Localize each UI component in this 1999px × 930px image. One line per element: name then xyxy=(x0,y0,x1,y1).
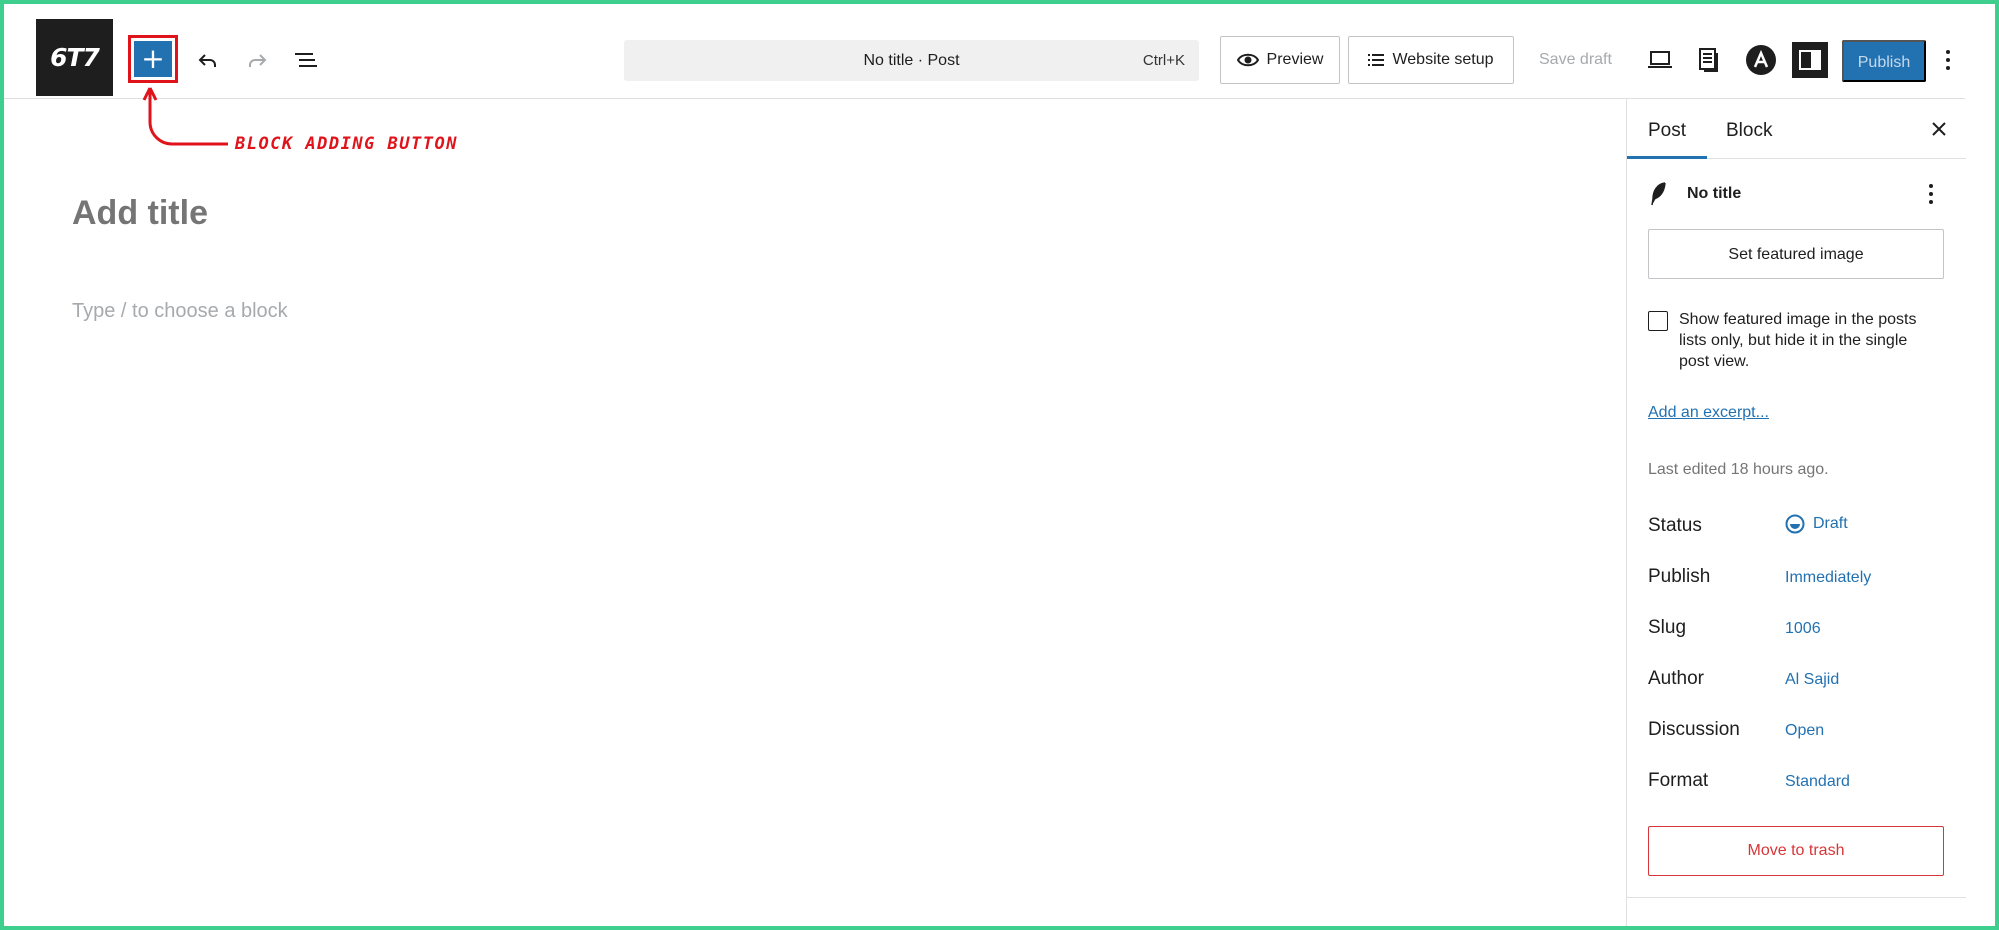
sidebar-tabs: Post Block xyxy=(1627,99,1966,159)
featured-image-checkbox-label: Show featured image in the posts lists o… xyxy=(1679,311,1917,370)
feather-icon xyxy=(1651,182,1666,206)
annotation-label: BLOCK ADDING BUTTON xyxy=(235,134,458,154)
settings-sidebar: Post Block No title Set featured image S… xyxy=(1626,99,1966,926)
preview-button[interactable]: Preview xyxy=(1220,36,1340,84)
sidebar-toggle-icon xyxy=(1799,50,1821,70)
tab-block[interactable]: Block xyxy=(1726,99,1772,159)
featured-image-checkbox[interactable] xyxy=(1648,311,1668,331)
meta-label: Publish xyxy=(1648,566,1711,587)
move-to-trash-button[interactable]: Move to trash xyxy=(1648,826,1944,876)
save-draft-button[interactable]: Save draft xyxy=(1539,36,1612,84)
meta-label: Author xyxy=(1648,668,1704,689)
desktop-view-icon xyxy=(1648,51,1672,68)
sidebar-divider xyxy=(1627,897,1966,898)
document-button[interactable] xyxy=(1689,40,1729,80)
meta-row-status: Status Draft xyxy=(1648,514,1948,545)
sidebar-toggle-button[interactable] xyxy=(1792,42,1828,78)
website-setup-button[interactable]: Website setup xyxy=(1348,36,1514,84)
publish-button[interactable]: Publish xyxy=(1842,40,1926,82)
document-title: No title · Post xyxy=(863,52,960,69)
meta-row-slug: Slug 1006 xyxy=(1648,617,1948,647)
post-actions-icon[interactable] xyxy=(1928,183,1934,205)
eye-icon xyxy=(1236,53,1259,67)
undo-icon xyxy=(198,54,216,67)
redo-icon xyxy=(249,54,267,67)
status-value[interactable]: Draft xyxy=(1785,514,1848,534)
discussion-value[interactable]: Open xyxy=(1785,722,1824,740)
meta-row-discussion: Discussion Open xyxy=(1648,719,1948,749)
preview-label: Preview xyxy=(1266,51,1324,68)
redo-button[interactable] xyxy=(237,40,277,80)
publish-value[interactable]: Immediately xyxy=(1785,569,1871,587)
annotation-arrow-icon xyxy=(142,87,228,146)
command-palette-bar[interactable]: No title · Post Ctrl+K xyxy=(624,40,1199,81)
undo-button[interactable] xyxy=(188,40,228,80)
document-overview-button[interactable] xyxy=(286,40,326,80)
meta-label: Status xyxy=(1648,515,1702,536)
meta-label: Format xyxy=(1648,770,1709,791)
list-icon xyxy=(1368,54,1385,66)
site-logo-button[interactable]: 6T7 xyxy=(36,19,113,96)
site-logo-text: 6T7 xyxy=(50,43,100,72)
desktop-view-button[interactable] xyxy=(1640,40,1680,80)
editor-header: 6T7 + No title · Post Ctrl+K Preview Web… xyxy=(4,4,1965,99)
more-options-icon xyxy=(1946,50,1950,70)
website-setup-label: Website setup xyxy=(1392,51,1494,68)
format-value[interactable]: Standard xyxy=(1785,773,1850,791)
set-featured-image-button[interactable]: Set featured image xyxy=(1648,229,1944,279)
more-options-button[interactable] xyxy=(1936,40,1960,80)
author-value[interactable]: Al Sajid xyxy=(1785,671,1839,689)
block-placeholder[interactable]: Type / to choose a block xyxy=(72,300,288,323)
meta-label: Slug xyxy=(1648,617,1687,638)
astra-button[interactable] xyxy=(1741,40,1781,80)
close-icon xyxy=(1932,122,1946,136)
command-shortcut: Ctrl+K xyxy=(1142,52,1185,69)
meta-row-format: Format Standard xyxy=(1648,770,1948,800)
meta-label: Discussion xyxy=(1648,719,1740,740)
close-sidebar-button[interactable] xyxy=(1923,113,1955,145)
post-title-input[interactable]: Add title xyxy=(72,194,208,233)
document-icon xyxy=(1699,48,1718,72)
post-summary-row: No title xyxy=(1647,179,1947,209)
last-edited-text: Last edited 18 hours ago. xyxy=(1648,461,1829,478)
meta-row-publish: Publish Immediately xyxy=(1648,566,1948,596)
document-overview-icon xyxy=(295,53,317,67)
meta-row-author: Author Al Sajid xyxy=(1648,668,1948,698)
add-block-highlight: + xyxy=(128,35,178,83)
tab-post[interactable]: Post xyxy=(1627,99,1708,159)
add-block-button[interactable]: + xyxy=(134,41,172,77)
slug-value[interactable]: 1006 xyxy=(1785,620,1821,638)
post-name: No title xyxy=(1687,185,1742,202)
status-value-label: Draft xyxy=(1813,515,1848,532)
draft-status-icon xyxy=(1785,514,1805,534)
add-excerpt-link[interactable]: Add an excerpt... xyxy=(1648,404,1769,422)
astra-icon xyxy=(1746,45,1776,75)
